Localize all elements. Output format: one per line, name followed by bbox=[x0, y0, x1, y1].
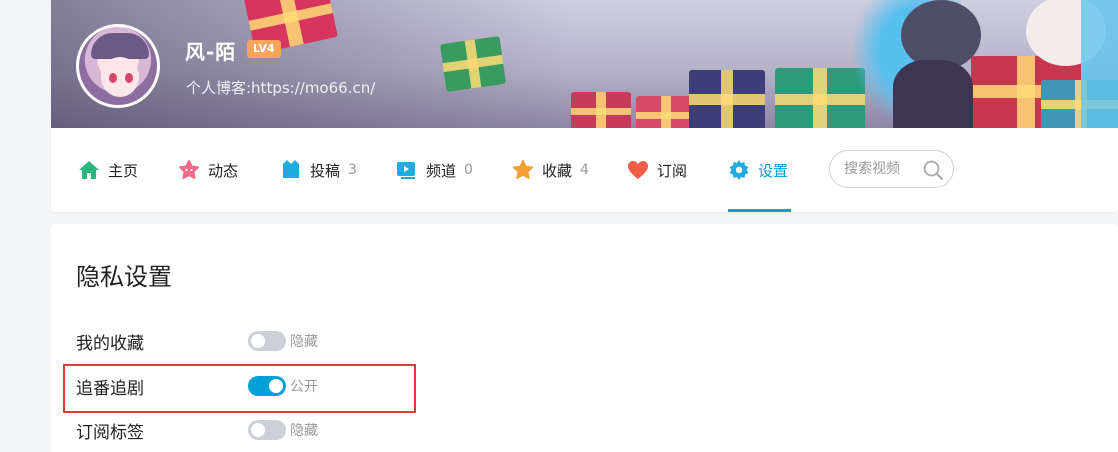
blog-link-text[interactable]: 个人博客:https://mo66.cn/ bbox=[186, 77, 375, 98]
search-icon[interactable] bbox=[922, 159, 944, 181]
settings-gear-icon bbox=[729, 160, 749, 180]
nav-favorites[interactable]: 收藏 4 bbox=[512, 128, 589, 212]
favorite-star-icon bbox=[512, 159, 534, 180]
privacy-row-favorites: 我的收藏 隐藏 bbox=[76, 329, 318, 354]
profile-banner: 风-陌 LV4 个人博客:https://mo66.cn/ bbox=[51, 0, 1118, 128]
privacy-row-state: 隐藏 bbox=[290, 334, 318, 350]
username: 风-陌 bbox=[185, 40, 237, 64]
nav-upload[interactable]: 投稿 3 bbox=[280, 128, 357, 212]
privacy-row-tags: 订阅标签 隐藏 bbox=[76, 418, 318, 443]
highlight-box bbox=[63, 364, 416, 413]
subscribe-heart-icon bbox=[628, 161, 648, 179]
nav-upload-label: 投稿 bbox=[310, 161, 341, 180]
privacy-row-label: 我的收藏 bbox=[76, 333, 144, 354]
profile-nav: 主页 动态 投稿 3 频道 0 收藏 4 订阅 设置 bbox=[51, 128, 1118, 212]
home-icon bbox=[79, 161, 99, 179]
level-badge: LV4 bbox=[247, 40, 281, 58]
user-header-card: 风-陌 LV4 个人博客:https://mo66.cn/ 主页 动态 投稿 3… bbox=[51, 0, 1118, 212]
nav-channel[interactable]: 频道 0 bbox=[396, 128, 473, 212]
tags-visibility-toggle[interactable] bbox=[248, 420, 286, 440]
search-input[interactable] bbox=[844, 161, 924, 177]
nav-home-label: 主页 bbox=[108, 161, 139, 180]
nav-channel-count: 0 bbox=[464, 162, 473, 178]
channel-icon bbox=[397, 162, 415, 179]
user-avatar[interactable] bbox=[76, 24, 160, 108]
nav-home[interactable]: 主页 bbox=[78, 128, 138, 212]
nav-settings-label: 设置 bbox=[758, 161, 789, 180]
dynamic-icon bbox=[179, 160, 199, 179]
nav-dynamic-label: 动态 bbox=[208, 161, 239, 180]
privacy-row-label: 订阅标签 bbox=[76, 422, 144, 443]
nav-favorites-count: 4 bbox=[580, 162, 589, 178]
favorites-visibility-toggle[interactable] bbox=[248, 331, 286, 351]
upload-icon bbox=[283, 160, 299, 178]
video-search-box[interactable] bbox=[829, 150, 954, 188]
privacy-row-state: 隐藏 bbox=[290, 423, 318, 439]
privacy-settings-card: 隐私设置 我的收藏 隐藏 追番追剧 公开 订阅标签 隐藏 bbox=[51, 224, 1118, 452]
nav-dynamic[interactable]: 动态 bbox=[178, 128, 238, 212]
nav-upload-count: 3 bbox=[348, 162, 357, 178]
nav-subscribe-label: 订阅 bbox=[657, 161, 688, 180]
nav-subscribe[interactable]: 订阅 bbox=[627, 128, 687, 212]
nav-channel-label: 频道 bbox=[426, 161, 457, 180]
nav-settings[interactable]: 设置 bbox=[728, 128, 791, 212]
section-title: 隐私设置 bbox=[76, 263, 172, 291]
nav-favorites-label: 收藏 bbox=[542, 161, 573, 180]
